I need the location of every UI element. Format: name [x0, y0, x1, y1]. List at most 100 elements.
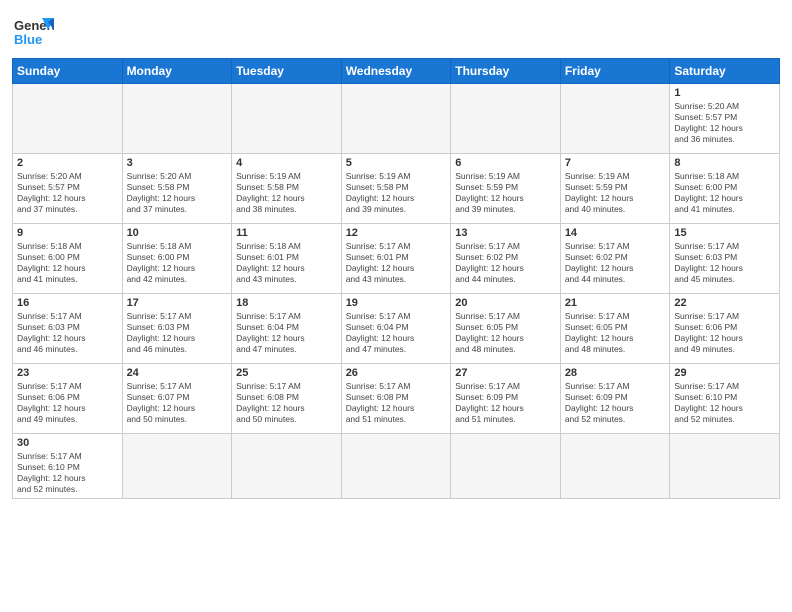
- calendar-cell: 21 Sunrise: 5:17 AM Sunset: 6:05 PM Dayli…: [560, 294, 670, 364]
- day-number: 21: [565, 297, 666, 309]
- day-number: 8: [674, 157, 775, 169]
- day-number: 24: [127, 367, 228, 379]
- calendar-cell: [122, 84, 232, 154]
- last-row: 30 Sunrise: 5:17 AM Sunset: 6:10 PM Dayli…: [12, 434, 780, 499]
- day-info: Sunrise: 5:17 AM Sunset: 6:10 PM Dayligh…: [674, 381, 775, 425]
- day-number: 22: [674, 297, 775, 309]
- calendar-cell: 24 Sunrise: 5:17 AM Sunset: 6:07 PM Dayli…: [122, 364, 232, 434]
- day-info: Sunrise: 5:17 AM Sunset: 6:03 PM Dayligh…: [127, 311, 228, 355]
- calendar-cell: 17 Sunrise: 5:17 AM Sunset: 6:03 PM Dayli…: [122, 294, 232, 364]
- day-number: 11: [236, 227, 337, 239]
- calendar-table: SundayMondayTuesdayWednesdayThursdayFrid…: [12, 58, 780, 434]
- calendar-cell: 5 Sunrise: 5:19 AM Sunset: 5:58 PM Daylig…: [341, 154, 451, 224]
- day-info: Sunrise: 5:17 AM Sunset: 6:09 PM Dayligh…: [565, 381, 666, 425]
- day-info: Sunrise: 5:18 AM Sunset: 6:00 PM Dayligh…: [127, 241, 228, 285]
- calendar-cell: 26 Sunrise: 5:17 AM Sunset: 6:08 PM Dayli…: [341, 364, 451, 434]
- last-row-cell: [232, 434, 342, 499]
- week-row-3: 16 Sunrise: 5:17 AM Sunset: 6:03 PM Dayli…: [13, 294, 780, 364]
- svg-text:Blue: Blue: [14, 32, 42, 47]
- last-row-cell: [341, 434, 451, 499]
- day-info: Sunrise: 5:17 AM Sunset: 6:10 PM Dayligh…: [17, 451, 118, 495]
- day-info: Sunrise: 5:17 AM Sunset: 6:05 PM Dayligh…: [455, 311, 556, 355]
- calendar-cell: 12 Sunrise: 5:17 AM Sunset: 6:01 PM Dayli…: [341, 224, 451, 294]
- day-info: Sunrise: 5:17 AM Sunset: 6:07 PM Dayligh…: [127, 381, 228, 425]
- calendar-cell: 9 Sunrise: 5:18 AM Sunset: 6:00 PM Daylig…: [13, 224, 123, 294]
- day-number: 14: [565, 227, 666, 239]
- day-number: 16: [17, 297, 118, 309]
- day-info: Sunrise: 5:19 AM Sunset: 5:58 PM Dayligh…: [346, 171, 447, 215]
- calendar-cell: 22 Sunrise: 5:17 AM Sunset: 6:06 PM Dayli…: [670, 294, 780, 364]
- day-info: Sunrise: 5:17 AM Sunset: 6:06 PM Dayligh…: [17, 381, 118, 425]
- day-info: Sunrise: 5:17 AM Sunset: 6:08 PM Dayligh…: [236, 381, 337, 425]
- day-number: 7: [565, 157, 666, 169]
- day-number: 17: [127, 297, 228, 309]
- day-number: 3: [127, 157, 228, 169]
- calendar-cell: 11 Sunrise: 5:18 AM Sunset: 6:01 PM Dayli…: [232, 224, 342, 294]
- day-info: Sunrise: 5:17 AM Sunset: 6:08 PM Dayligh…: [346, 381, 447, 425]
- day-number: 27: [455, 367, 556, 379]
- day-number: 10: [127, 227, 228, 239]
- calendar-cell: 14 Sunrise: 5:17 AM Sunset: 6:02 PM Dayli…: [560, 224, 670, 294]
- page: General Blue SundayMondayTuesdayWednesda…: [0, 0, 792, 612]
- weekday-header-tuesday: Tuesday: [232, 59, 342, 84]
- calendar-cell: 8 Sunrise: 5:18 AM Sunset: 6:00 PM Daylig…: [670, 154, 780, 224]
- day-info: Sunrise: 5:17 AM Sunset: 6:03 PM Dayligh…: [674, 241, 775, 285]
- calendar-cell: 20 Sunrise: 5:17 AM Sunset: 6:05 PM Dayli…: [451, 294, 561, 364]
- day-number: 20: [455, 297, 556, 309]
- day-number: 9: [17, 227, 118, 239]
- calendar-cell: 4Sunrise: 5:19 AM Sunset: 5:58 PM Daylig…: [232, 154, 342, 224]
- weekday-header-sunday: Sunday: [13, 59, 123, 84]
- day-info: Sunrise: 5:17 AM Sunset: 6:09 PM Dayligh…: [455, 381, 556, 425]
- calendar-cell: [341, 84, 451, 154]
- day-info: Sunrise: 5:19 AM Sunset: 5:58 PM Dayligh…: [236, 171, 337, 215]
- calendar-cell: 18Sunrise: 5:17 AM Sunset: 6:04 PM Dayli…: [232, 294, 342, 364]
- day-number: 13: [455, 227, 556, 239]
- day-number: 26: [346, 367, 447, 379]
- last-row-cell: 30 Sunrise: 5:17 AM Sunset: 6:10 PM Dayli…: [13, 434, 123, 499]
- calendar-cell: 13 Sunrise: 5:17 AM Sunset: 6:02 PM Dayli…: [451, 224, 561, 294]
- day-number: 1: [674, 87, 775, 99]
- calendar-cell: [560, 84, 670, 154]
- day-number: 2: [17, 157, 118, 169]
- day-info: Sunrise: 5:18 AM Sunset: 6:00 PM Dayligh…: [674, 171, 775, 215]
- calendar-cell: 16Sunrise: 5:17 AM Sunset: 6:03 PM Dayli…: [13, 294, 123, 364]
- calendar-cell: 2 Sunrise: 5:20 AM Sunset: 5:57 PM Daylig…: [13, 154, 123, 224]
- logo: General Blue: [12, 10, 54, 52]
- day-info: Sunrise: 5:18 AM Sunset: 6:00 PM Dayligh…: [17, 241, 118, 285]
- day-number: 5: [346, 157, 447, 169]
- weekday-header-monday: Monday: [122, 59, 232, 84]
- calendar-cell: [13, 84, 123, 154]
- day-number: 23: [17, 367, 118, 379]
- day-number: 6: [455, 157, 556, 169]
- day-info: Sunrise: 5:17 AM Sunset: 6:02 PM Dayligh…: [565, 241, 666, 285]
- day-info: Sunrise: 5:20 AM Sunset: 5:57 PM Dayligh…: [674, 101, 775, 145]
- header: General Blue: [12, 10, 780, 52]
- calendar-cell: [451, 84, 561, 154]
- week-row-2: 9 Sunrise: 5:18 AM Sunset: 6:00 PM Daylig…: [13, 224, 780, 294]
- week-row-0: 1 Sunrise: 5:20 AM Sunset: 5:57 PM Daylig…: [13, 84, 780, 154]
- day-number: 12: [346, 227, 447, 239]
- day-info: Sunrise: 5:18 AM Sunset: 6:01 PM Dayligh…: [236, 241, 337, 285]
- day-info: Sunrise: 5:17 AM Sunset: 6:05 PM Dayligh…: [565, 311, 666, 355]
- logo-icon: General Blue: [12, 10, 54, 52]
- day-info: Sunrise: 5:20 AM Sunset: 5:58 PM Dayligh…: [127, 171, 228, 215]
- day-number: 25: [236, 367, 337, 379]
- calendar-cell: 1 Sunrise: 5:20 AM Sunset: 5:57 PM Daylig…: [670, 84, 780, 154]
- calendar-cell: 15 Sunrise: 5:17 AM Sunset: 6:03 PM Dayli…: [670, 224, 780, 294]
- last-row-cell: [670, 434, 780, 499]
- calendar-cell: 3 Sunrise: 5:20 AM Sunset: 5:58 PM Daylig…: [122, 154, 232, 224]
- calendar-cell: 10 Sunrise: 5:18 AM Sunset: 6:00 PM Dayli…: [122, 224, 232, 294]
- calendar-cell: 23 Sunrise: 5:17 AM Sunset: 6:06 PM Dayli…: [13, 364, 123, 434]
- day-info: Sunrise: 5:20 AM Sunset: 5:57 PM Dayligh…: [17, 171, 118, 215]
- calendar-cell: [232, 84, 342, 154]
- weekday-header-wednesday: Wednesday: [341, 59, 451, 84]
- day-number: 18: [236, 297, 337, 309]
- day-number: 15: [674, 227, 775, 239]
- day-info: Sunrise: 5:17 AM Sunset: 6:06 PM Dayligh…: [674, 311, 775, 355]
- day-info: Sunrise: 5:17 AM Sunset: 6:01 PM Dayligh…: [346, 241, 447, 285]
- calendar-cell: 25 Sunrise: 5:17 AM Sunset: 6:08 PM Dayli…: [232, 364, 342, 434]
- weekday-header-saturday: Saturday: [670, 59, 780, 84]
- calendar-cell: 29Sunrise: 5:17 AM Sunset: 6:10 PM Dayli…: [670, 364, 780, 434]
- day-number: 30: [17, 437, 118, 449]
- day-info: Sunrise: 5:17 AM Sunset: 6:02 PM Dayligh…: [455, 241, 556, 285]
